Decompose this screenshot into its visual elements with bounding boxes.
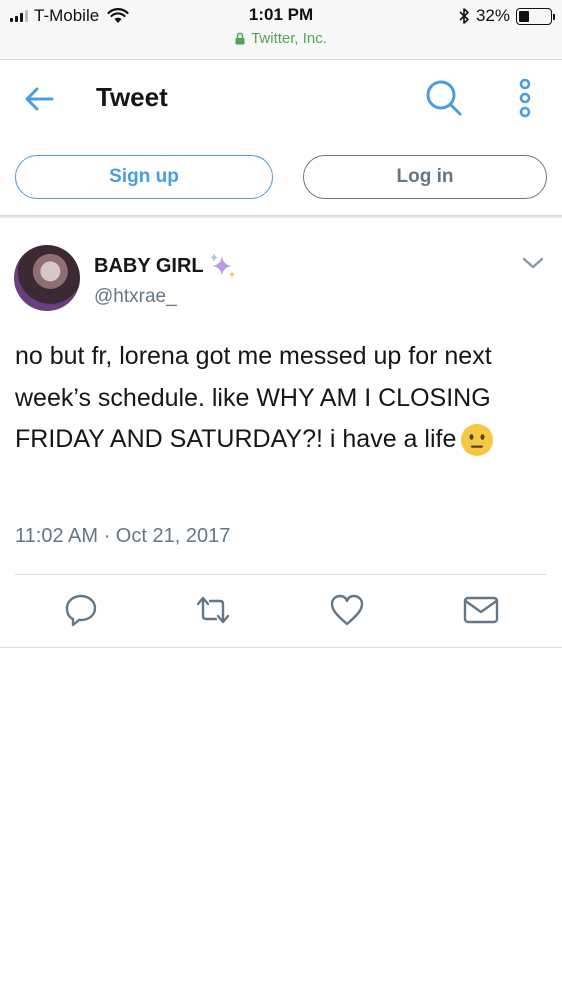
tweet-body: no but fr, lorena got me messed up for n… <box>15 336 545 461</box>
author-name-row[interactable]: BABY GIRL <box>94 252 238 280</box>
login-button[interactable]: Log in <box>303 155 547 199</box>
divider <box>15 574 547 575</box>
author-handle[interactable]: @htxrae_ <box>94 286 238 308</box>
more-vertical-icon[interactable] <box>512 78 538 118</box>
page-title: Tweet <box>96 82 168 112</box>
avatar[interactable] <box>14 245 80 311</box>
tweet-header: Tweet <box>0 60 562 138</box>
tweet-actions <box>0 590 562 630</box>
header-divider <box>0 215 562 219</box>
search-icon[interactable] <box>424 78 464 118</box>
author-name[interactable]: BABY GIRL <box>94 255 204 278</box>
battery-icon <box>516 7 555 25</box>
signup-button[interactable]: Sign up <box>15 155 273 199</box>
tweet-author: BABY GIRL @htxrae_ <box>94 252 238 308</box>
site-name: Twitter, Inc. <box>251 30 327 47</box>
reply-icon[interactable] <box>61 590 101 630</box>
lock-icon <box>235 32 245 45</box>
tweet-text: no but fr, lorena got me messed up for n… <box>15 342 492 453</box>
tweet-timestamp[interactable]: 11:02 AM · Oct 21, 2017 <box>15 525 230 548</box>
bottom-divider <box>0 647 562 648</box>
back-arrow-icon[interactable] <box>22 82 56 116</box>
chevron-down-icon[interactable] <box>520 250 546 276</box>
heart-icon[interactable] <box>327 590 367 630</box>
bluetooth-icon <box>459 8 469 24</box>
retweet-icon[interactable] <box>193 590 233 630</box>
status-right: 32% <box>458 6 555 26</box>
auth-bar: Sign up Log in <box>0 155 562 215</box>
site-identity: Twitter, Inc. <box>0 30 562 47</box>
status-bar: T-Mobile 1:01 PM Twitter, Inc. 32% <box>0 0 562 60</box>
battery-percent: 32% <box>475 6 510 25</box>
neutral-face-emoji-icon <box>461 424 494 457</box>
mail-icon[interactable] <box>461 590 501 630</box>
sparkles-icon <box>209 253 235 278</box>
